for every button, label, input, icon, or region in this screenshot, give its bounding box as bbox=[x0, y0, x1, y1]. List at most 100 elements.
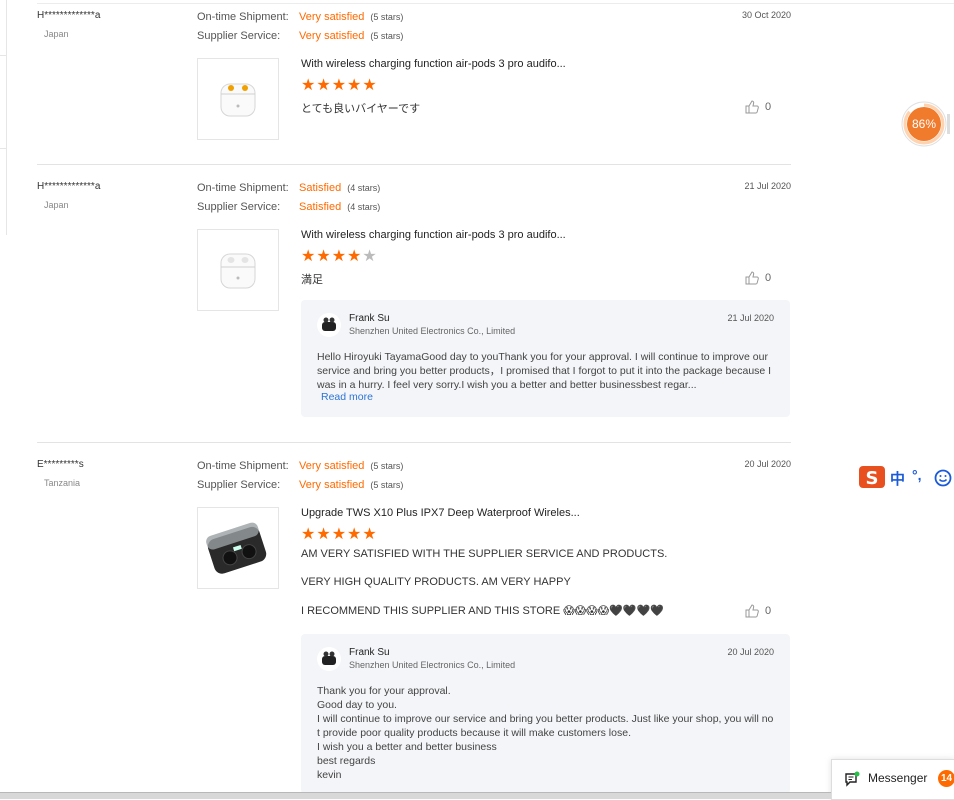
star-filled-icon: ★ bbox=[301, 526, 316, 543]
airpods-image bbox=[220, 253, 256, 289]
shipment-stars: (5 stars) bbox=[370, 461, 404, 471]
reply-author: Frank Su bbox=[349, 647, 390, 658]
ime-chinese-mode[interactable]: 中 bbox=[890, 468, 905, 489]
reply-company: Shenzhen United Electronics Co., Limited bbox=[349, 660, 516, 670]
ime-punctuation-mode[interactable]: °, bbox=[912, 467, 922, 483]
service-label: Supplier Service: bbox=[197, 479, 281, 491]
star-filled-icon: ★ bbox=[316, 248, 331, 265]
progress-circle: 86% bbox=[901, 101, 950, 147]
review-comment-line: I RECOMMEND THIS SUPPLIER AND THIS STORE… bbox=[301, 605, 664, 617]
product-title[interactable]: With wireless charging function air-pods… bbox=[301, 229, 566, 241]
review-item: H*************a Japan On-time Shipment: S… bbox=[37, 181, 791, 436]
review-divider bbox=[37, 164, 791, 165]
review-comment-line: AM VERY SATISFIED WITH THE SUPPLIER SERV… bbox=[301, 548, 668, 560]
smiley-icon[interactable] bbox=[934, 469, 952, 487]
star-filled-icon: ★ bbox=[347, 526, 362, 543]
product-title[interactable]: With wireless charging function air-pods… bbox=[301, 58, 566, 70]
like-count: 0 bbox=[765, 604, 772, 617]
reply-text: Thank you for your approval. Good day to… bbox=[317, 685, 774, 781]
service-stars: (5 stars) bbox=[370, 480, 404, 490]
reviewer-name: H*************a bbox=[37, 10, 101, 21]
shipment-level: Very satisfied bbox=[299, 460, 365, 472]
reply-company: Shenzhen United Electronics Co., Limited bbox=[349, 326, 516, 336]
shipment-level: Very satisfied bbox=[299, 11, 365, 23]
reply-date: 21 Jul 2020 bbox=[727, 313, 774, 323]
seller-avatar bbox=[317, 313, 341, 337]
star-filled-icon: ★ bbox=[331, 526, 347, 543]
review-stars: ★★★★★ bbox=[301, 526, 378, 543]
shipment-rating: On-time Shipment: Satisfied (4 stars) bbox=[197, 182, 380, 194]
like-button[interactable]: 0 bbox=[745, 271, 771, 285]
star-filled-icon: ★ bbox=[301, 248, 316, 265]
star-filled-icon: ★ bbox=[331, 248, 347, 265]
left-panel-tick bbox=[0, 148, 6, 149]
shipment-label: On-time Shipment: bbox=[197, 460, 289, 472]
read-more-link[interactable]: Read more bbox=[321, 391, 373, 403]
earbuds-case-image bbox=[206, 522, 267, 574]
seller-avatar bbox=[317, 647, 341, 671]
left-panel-tick bbox=[0, 55, 6, 56]
star-filled-icon: ★ bbox=[362, 77, 377, 94]
star-filled-icon: ★ bbox=[301, 77, 316, 94]
ime-toolbar[interactable]: S 中 °, bbox=[858, 464, 954, 490]
service-rating: Supplier Service: Very satisfied (5 stars) bbox=[197, 479, 403, 491]
service-level: Very satisfied bbox=[299, 30, 365, 42]
shipment-stars: (4 stars) bbox=[347, 183, 381, 193]
star-filled-icon: ★ bbox=[331, 77, 347, 94]
messenger-button[interactable]: Messenger 14 bbox=[831, 759, 954, 800]
seller-reply: Frank Su Shenzhen United Electronics Co.… bbox=[301, 634, 790, 794]
star-empty-icon: ★ bbox=[362, 248, 377, 265]
left-panel-edge bbox=[6, 0, 7, 235]
shipment-label: On-time Shipment: bbox=[197, 182, 289, 194]
progress-badge[interactable]: 86% bbox=[900, 100, 950, 148]
service-stars: (4 stars) bbox=[347, 202, 381, 212]
thumbs-up-icon bbox=[745, 604, 759, 618]
reply-text: Hello Hiroyuki TayamaGood day to youThan… bbox=[317, 351, 775, 391]
like-count: 0 bbox=[765, 100, 772, 113]
review-date: 21 Jul 2020 bbox=[744, 181, 791, 191]
review-comment-line: VERY HIGH QUALITY PRODUCTS. AM VERY HAPP… bbox=[301, 576, 571, 588]
product-thumbnail[interactable] bbox=[197, 507, 279, 589]
product-title[interactable]: Upgrade TWS X10 Plus IPX7 Deep Waterproo… bbox=[301, 507, 580, 519]
shipment-rating: On-time Shipment: Very satisfied (5 stars) bbox=[197, 460, 403, 472]
thumbs-up-icon bbox=[745, 100, 759, 114]
reviewer-country: Japan bbox=[44, 200, 69, 210]
product-thumbnail[interactable] bbox=[197, 229, 279, 311]
service-level: Satisfied bbox=[299, 201, 342, 213]
messenger-unread-badge: 14 bbox=[938, 770, 954, 787]
shipment-stars: (5 stars) bbox=[370, 12, 404, 22]
service-rating: Supplier Service: Satisfied (4 stars) bbox=[197, 201, 380, 213]
shipment-level: Satisfied bbox=[299, 182, 342, 194]
sogou-logo-icon[interactable]: S bbox=[858, 464, 886, 490]
review-divider bbox=[37, 442, 791, 443]
product-thumbnail[interactable] bbox=[197, 58, 279, 140]
airpods-image bbox=[220, 83, 256, 117]
like-count: 0 bbox=[765, 271, 772, 284]
like-button[interactable]: 0 bbox=[745, 604, 771, 618]
top-divider bbox=[37, 3, 954, 4]
progress-percent: 86% bbox=[912, 117, 936, 131]
reviewer-country: Japan bbox=[44, 29, 69, 39]
review-stars: ★★★★★ bbox=[301, 77, 378, 94]
star-filled-icon: ★ bbox=[362, 526, 377, 543]
service-rating: Supplier Service: Very satisfied (5 stars) bbox=[197, 30, 403, 42]
messenger-icon bbox=[845, 771, 860, 787]
like-button[interactable]: 0 bbox=[745, 100, 771, 114]
service-label: Supplier Service: bbox=[197, 201, 281, 213]
review-comment: 満足 bbox=[301, 274, 323, 286]
review-item: H*************a Japan On-time Shipment: V… bbox=[37, 10, 791, 160]
reviewer-name: E*********s bbox=[37, 459, 84, 470]
review-date: 30 Oct 2020 bbox=[741, 10, 791, 20]
review-item: E*********s Tanzania On-time Shipment: Ve… bbox=[37, 459, 791, 798]
reviewer-country: Tanzania bbox=[44, 478, 81, 488]
service-label: Supplier Service: bbox=[197, 30, 281, 42]
seller-reply: Frank Su Shenzhen United Electronics Co.… bbox=[301, 300, 790, 417]
shipment-rating: On-time Shipment: Very satisfied (5 stars) bbox=[197, 11, 403, 23]
thumbs-up-icon bbox=[745, 271, 759, 285]
reply-date: 20 Jul 2020 bbox=[727, 647, 774, 657]
messenger-label: Messenger bbox=[868, 771, 928, 785]
review-stars: ★★★★★ bbox=[301, 248, 378, 265]
service-stars: (5 stars) bbox=[370, 31, 404, 41]
shipment-label: On-time Shipment: bbox=[197, 11, 289, 23]
review-date: 20 Jul 2020 bbox=[744, 459, 791, 469]
